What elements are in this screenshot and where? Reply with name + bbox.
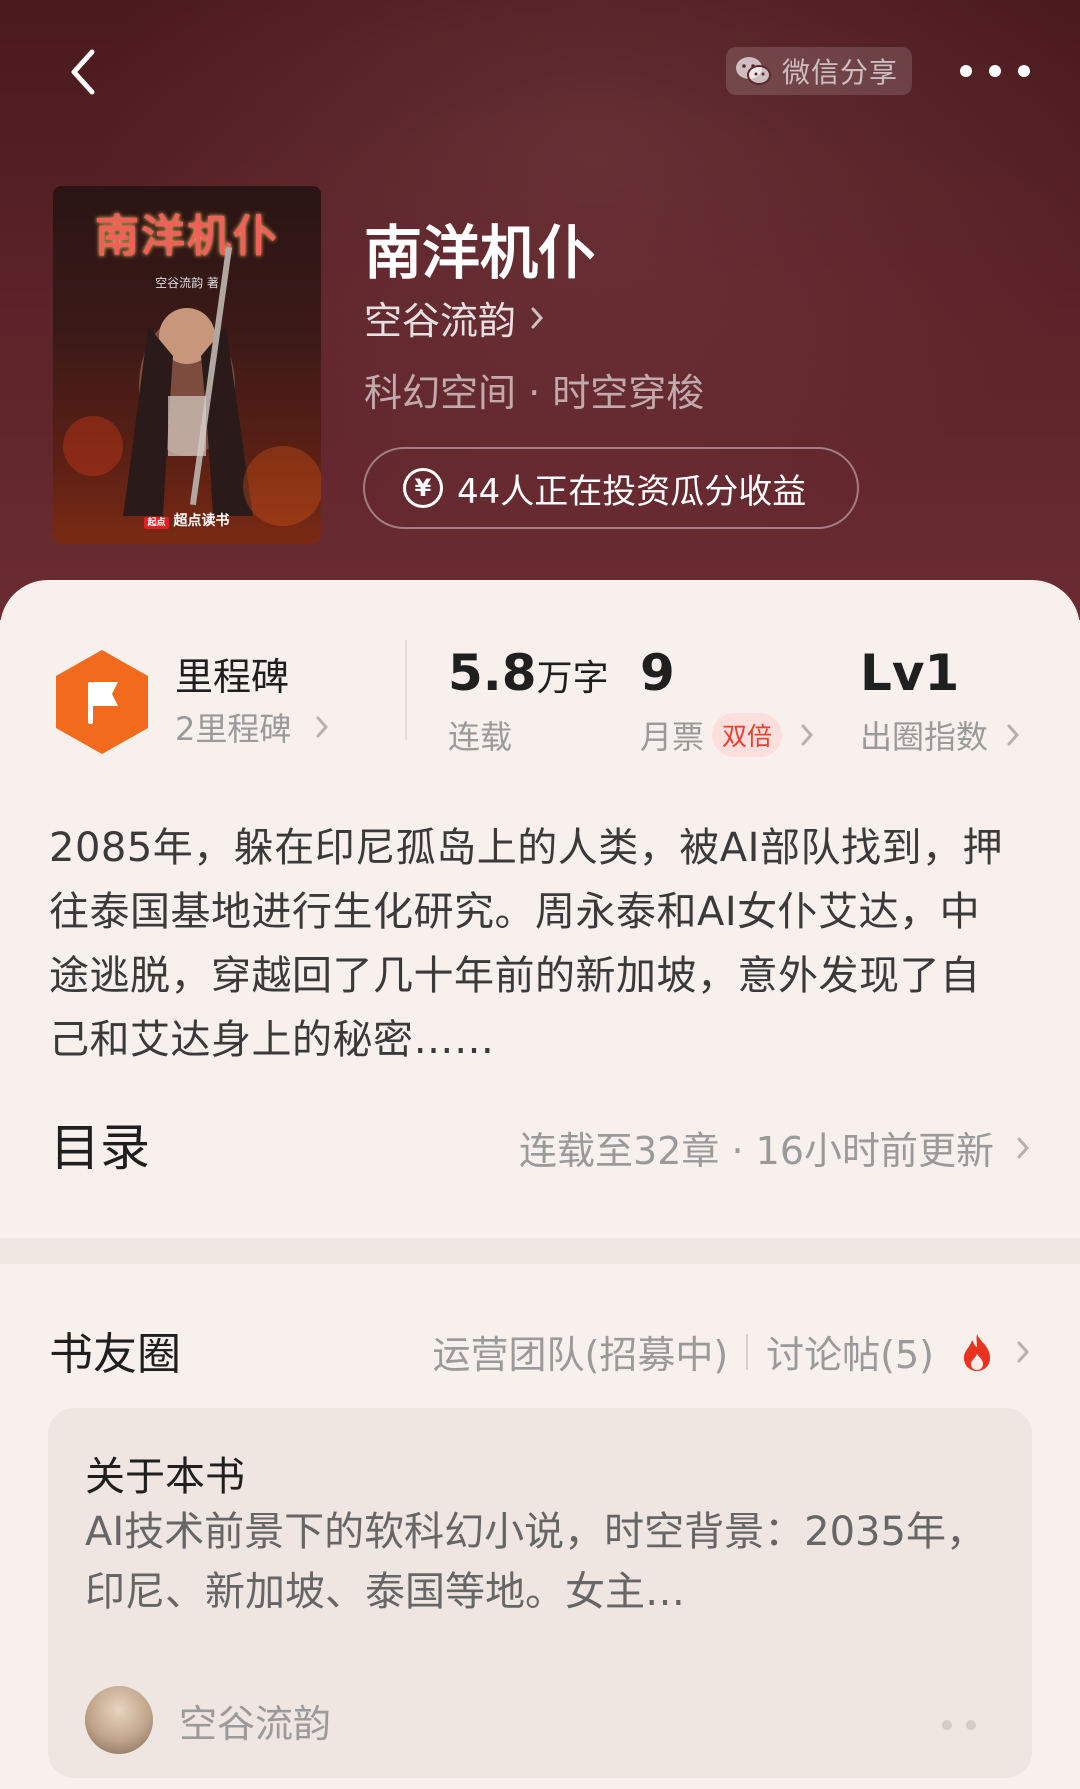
post-author[interactable]: 空谷流韵	[85, 1686, 331, 1754]
word-count-value: 5.8	[448, 644, 537, 702]
monthly-tickets[interactable]: 月票 双倍	[640, 712, 814, 758]
dot-icon	[960, 65, 972, 77]
carousel-indicator	[928, 1720, 976, 1730]
dot-icon	[1018, 65, 1030, 77]
back-button[interactable]	[62, 44, 110, 100]
milestone-count-label: 2里程碑	[175, 710, 292, 748]
cover-publisher: 起点 超点读书	[53, 510, 321, 530]
share-label: 微信分享	[782, 56, 899, 89]
cover-illustration-icon	[63, 246, 321, 526]
chevron-right-icon	[316, 716, 329, 738]
about-book-post[interactable]: 关于本书 AI技术前景下的软科幻小说，时空背景：2035年，印尼、新加坡、泰国等…	[48, 1408, 1032, 1778]
post-author-name: 空谷流韵	[179, 1701, 332, 1746]
serial-status: 连载	[448, 718, 513, 756]
chevron-right-icon[interactable]	[1016, 1340, 1030, 1364]
author-link[interactable]: 空谷流韵	[364, 290, 544, 345]
back-arrow-icon	[71, 49, 95, 95]
link-divider	[746, 1333, 749, 1370]
milestone-count[interactable]: 2里程碑	[175, 704, 329, 750]
chevron-right-icon	[531, 307, 544, 328]
fire-icon	[964, 1333, 990, 1371]
influence-index-label: 出圈指数	[860, 718, 989, 756]
influence-index[interactable]: 出圈指数	[860, 712, 1020, 758]
toc-info-label: 连载至32章 · 16小时前更新	[519, 1129, 994, 1173]
book-genre: 科幻空间 · 时空穿梭	[364, 371, 705, 415]
milestone-title[interactable]: 里程碑	[175, 646, 289, 701]
post-excerpt: AI技术前景下的软科幻小说，时空背景：2035年，印尼、新加坡、泰国等地。女主…	[85, 1509, 986, 1615]
chevron-right-icon	[1007, 724, 1020, 746]
book-info-card: 里程碑 2里程碑 5.8万字 连载 9 月票 双倍 Lv1 出圈指数 2085年…	[0, 580, 1080, 1240]
influence-index-value: Lv1	[860, 644, 960, 702]
toc-title: 目录	[50, 1119, 150, 1177]
book-title: 南洋机仆	[364, 219, 597, 287]
milestone-flag-icon[interactable]	[52, 648, 152, 756]
ops-team-link[interactable]: 运营团队(招募中)	[433, 1324, 729, 1379]
dot-icon	[989, 65, 1001, 77]
toc-update-info: 连载至32章 · 16小时前更新	[519, 1120, 1030, 1175]
reader-circle-links: 运营团队(招募中) 讨论帖(5)	[433, 1324, 1030, 1379]
discussion-posts-link[interactable]: 讨论帖(5)	[766, 1324, 934, 1379]
wechat-share-button[interactable]: 微信分享	[726, 47, 912, 95]
monthly-tickets-value: 9	[640, 644, 675, 702]
yen-icon: ¥	[403, 468, 443, 508]
double-badge: 双倍	[712, 713, 783, 757]
avatar[interactable]	[85, 1686, 153, 1754]
dot-icon	[966, 1720, 976, 1730]
post-title: 关于本书	[85, 1454, 245, 1500]
book-synopsis[interactable]: 2085年，躲在印尼孤岛上的人类，被AI部队找到，押往泰国基地进行生化研究。周永…	[49, 816, 1009, 1072]
stats-divider	[405, 640, 407, 740]
table-of-contents-row[interactable]: 目录 连载至32章 · 16小时前更新	[0, 1090, 1080, 1180]
stats-row: 里程碑 2里程碑 5.8万字 连载 9 月票 双倍 Lv1 出圈指数	[0, 580, 1080, 780]
invest-button[interactable]: ¥ 44人正在投资瓜分收益	[363, 447, 859, 529]
book-cover[interactable]: 南洋机仆 空谷流韵 著 起点 超点读书	[53, 186, 321, 544]
invest-label: 44人正在投资瓜分收益	[457, 471, 807, 512]
word-count: 5.8万字	[448, 644, 609, 702]
wechat-icon	[736, 57, 771, 85]
reader-circle-section: 书友圈 运营团队(招募中) 讨论帖(5) 关于本书 AI技术前景下的软科幻小说，…	[0, 1264, 1080, 1789]
word-count-unit: 万字	[536, 658, 609, 699]
section-separator	[0, 1238, 1080, 1264]
chevron-right-icon	[801, 724, 814, 746]
more-options-button[interactable]	[960, 56, 1030, 86]
reader-circle-title[interactable]: 书友圈	[49, 1318, 181, 1382]
author-name: 空谷流韵	[364, 299, 517, 343]
chevron-right-icon	[1017, 1137, 1030, 1158]
dot-icon	[942, 1720, 952, 1730]
monthly-tickets-label: 月票	[640, 718, 705, 756]
